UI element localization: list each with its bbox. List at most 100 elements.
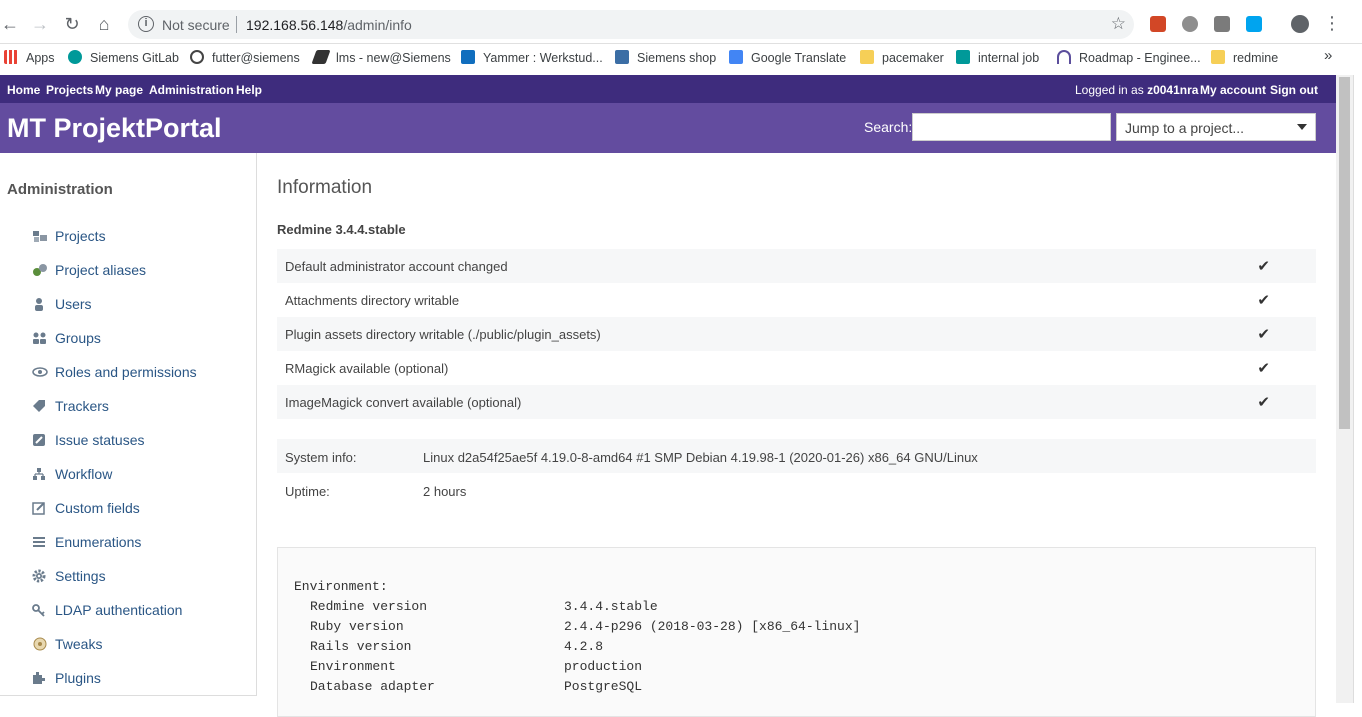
folder-icon [1211,50,1225,64]
uptime-row: Uptime: 2 hours [277,473,1316,507]
sidebar-item-trackers[interactable]: Trackers [32,398,109,418]
checkmark-icon: ✔ [1257,292,1270,309]
sidebar-item-label: Plugins [55,670,101,686]
sidebar-item-label: Roles and permissions [55,364,197,380]
jump-to-project-select[interactable]: Jump to a project... [1116,113,1316,141]
info-icon[interactable]: i [138,16,154,32]
bookmark-label: Apps [26,51,55,65]
bookmark-google-translate[interactable]: Google Translate [729,50,846,65]
page-scrollbar[interactable] [1336,75,1353,703]
check-label: RMagick available (optional) [285,361,449,376]
scrollbar-thumb[interactable] [1339,77,1350,429]
outlook-extension-icon[interactable] [1150,16,1166,32]
sidebar-item-tweaks[interactable]: Tweaks [32,636,102,656]
page-title: Information [277,177,373,198]
main-content: Information Redmine 3.4.4.stable Default… [257,153,1336,717]
bookmark-label: pacemaker [882,51,944,65]
sidebar-item-ldap[interactable]: LDAP authentication [32,602,182,622]
sidebar-item-workflow[interactable]: Workflow [32,466,112,486]
yammer-icon [461,50,475,64]
folder-icon [860,50,874,64]
top-menu-projects[interactable]: Projects [46,83,93,97]
environment-key: Database adapter [310,679,435,694]
environment-value: 2.4.4-p296 (2018-03-28) [x86_64-linux] [564,619,861,634]
check-row: ImageMagick convert available (optional)… [277,385,1316,419]
bookmark-label: Roadmap - Enginee... [1079,51,1201,65]
username-link[interactable]: z0041nra [1147,83,1198,97]
sidebar-item-settings[interactable]: Settings [32,568,106,588]
my-account-link[interactable]: My account [1200,83,1266,97]
search-input[interactable] [912,113,1111,141]
top-menu-home[interactable]: Home [7,83,40,97]
sidebar-item-issue-statuses[interactable]: Issue statuses [32,432,145,452]
globe-icon [190,50,204,64]
environment-row: Ruby version 2.4.4-p296 (2018-03-28) [x86… [310,619,860,639]
bookmark-label: internal job [978,51,1040,65]
bookmark-yammer[interactable]: Yammer : Werkstud... [461,50,603,65]
sidebar-item-project-aliases[interactable]: Project aliases [32,262,146,282]
check-label: Plugin assets directory writable (./publ… [285,327,601,342]
forward-icon[interactable]: → [30,14,50,34]
window-edge [1353,75,1362,703]
sidebar-item-label: Workflow [55,466,113,482]
c-extension-icon[interactable] [1182,16,1198,32]
sidebar-item-projects[interactable]: Projects [32,228,106,248]
bookmark-star-icon[interactable]: ☆ [1111,14,1126,34]
more-bookmarks-icon[interactable]: » [1324,47,1332,64]
sidebar-item-label: Issue statuses [55,432,145,448]
sidebar-item-label: Project aliases [55,262,147,278]
key-icon [32,603,46,617]
sidebar-item-custom-fields[interactable]: Custom fields [32,500,140,520]
bookmark-siemens-shop[interactable]: Siemens shop [615,50,716,65]
bookmark-label: Siemens shop [637,51,717,65]
translate-icon [729,50,743,64]
environment-key: Rails version [310,639,412,654]
sidebar-item-label: Trackers [55,398,109,414]
sidebar-item-roles[interactable]: Roles and permissions [32,364,197,384]
bookmark-redmine[interactable]: redmine [1211,50,1278,65]
bookmark-label: Siemens GitLab [90,51,179,65]
bookmark-siemens-gitlab[interactable]: Siemens GitLab [68,50,179,65]
bookmark-lms[interactable]: lms - new@Siemens [311,50,451,65]
environment-value: PostgreSQL [564,679,643,694]
sidebar-item-label: LDAP authentication [55,602,183,618]
bookmark-internal-job[interactable]: internal job [956,50,1039,65]
browser-toolbar: ← → ↻ ⌂ i Not secure 192.168.56.148/admi… [0,0,1362,44]
top-menu-my-page[interactable]: My page [95,83,143,97]
jump-placeholder: Jump to a project... [1125,120,1245,136]
menu-kebab-icon[interactable]: ⋮ [1322,13,1342,33]
bookmark-roadmap[interactable]: Roadmap - Enginee... [1057,50,1201,65]
address-bar[interactable]: i Not secure 192.168.56.148/admin/info ☆ [128,10,1134,39]
projects-icon [32,229,47,243]
sign-out-link[interactable]: Sign out [1270,83,1318,97]
gear-icon [32,569,46,583]
chat-extension-icon[interactable] [1214,16,1230,32]
environment-key: Environment [310,659,396,674]
home-icon[interactable]: ⌂ [94,14,114,34]
sidebar-item-enumerations[interactable]: Enumerations [32,534,141,554]
sidebar-item-label: Enumerations [55,534,142,550]
reload-icon[interactable]: ↻ [62,14,82,34]
bookmark-pacemaker[interactable]: pacemaker [860,50,944,65]
check-label: Attachments directory writable [285,293,460,308]
checkmark-icon: ✔ [1257,326,1270,343]
check-label: ImageMagick convert available (optional) [285,395,522,410]
profile-avatar-icon[interactable] [1291,15,1309,33]
sidebar-item-users[interactable]: Users [32,296,92,316]
bookmark-apps[interactable]: Apps [4,50,55,65]
url-text[interactable]: 192.168.56.148/admin/info [246,17,412,33]
back-icon[interactable]: ← [0,14,20,34]
uptime-key: Uptime: [285,484,330,499]
sidebar-item-groups[interactable]: Groups [32,330,101,350]
sidebar-item-label: Custom fields [55,500,140,516]
bookmarks-bar: Apps Siemens GitLab futter@siemens lms -… [0,44,1362,75]
windows-extension-icon[interactable] [1246,16,1262,32]
top-menu-help[interactable]: Help [236,83,262,97]
environment-value: 3.4.4.stable [564,599,658,614]
site-title[interactable]: MT ProjektPortal [7,113,222,144]
sidebar-item-label: Users [55,296,92,312]
environment-row: Redmine version 3.4.4.stable [310,599,658,619]
bookmark-futter[interactable]: futter@siemens [190,50,300,65]
top-menu-administration[interactable]: Administration [149,83,234,97]
sidebar-item-plugins[interactable]: Plugins [32,670,101,690]
